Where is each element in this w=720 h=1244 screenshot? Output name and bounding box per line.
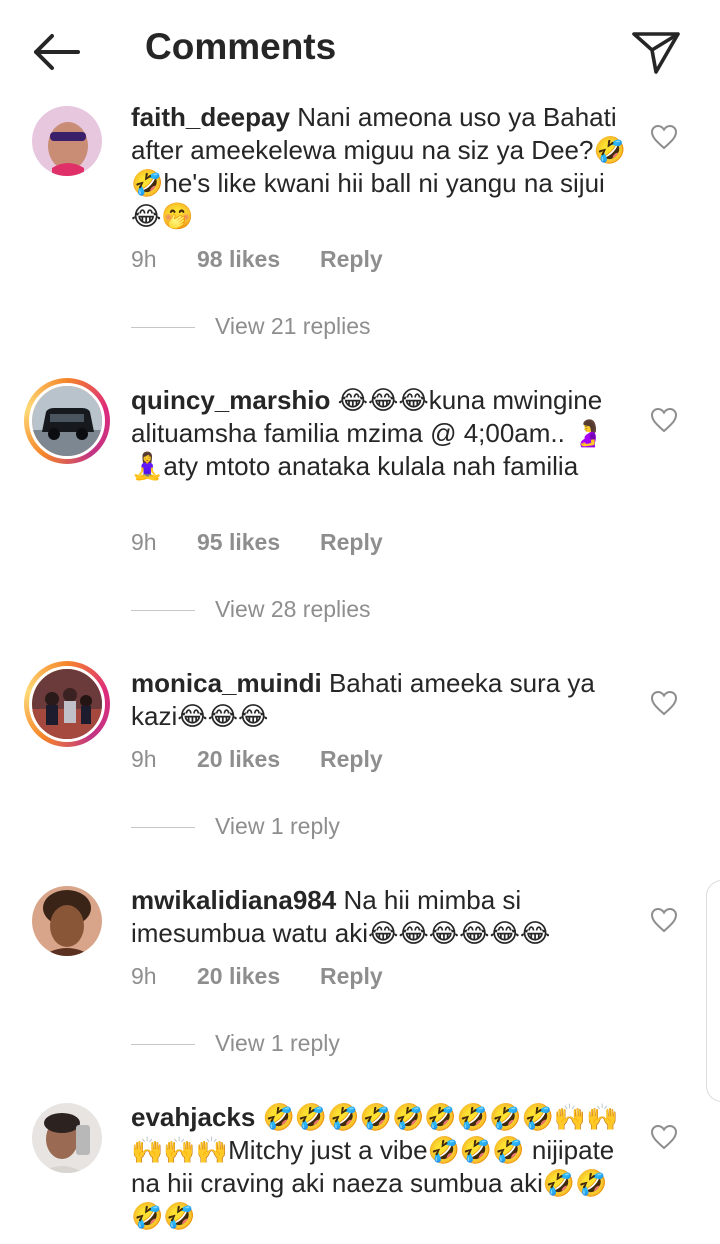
comment-username[interactable]: quincy_marshio (131, 385, 330, 415)
view-replies-label: View 21 replies (215, 313, 371, 339)
like-button[interactable] (650, 690, 678, 716)
comment-username[interactable]: evahjacks (131, 1102, 255, 1132)
comment-text: evahjacks 🤣🤣🤣🤣🤣🤣🤣🤣🤣🙌🙌🙌🙌🙌Mitchy just a vi… (131, 1101, 631, 1233)
divider-line (131, 1044, 195, 1045)
send-icon (632, 32, 680, 74)
comment-likes[interactable]: 20 likes (197, 963, 280, 990)
reply-button[interactable]: Reply (320, 246, 383, 273)
reply-button[interactable]: Reply (320, 746, 383, 773)
divider-line (131, 327, 195, 328)
profile-photo (32, 106, 102, 176)
like-button[interactable] (650, 1124, 678, 1150)
comment-text: monica_muindi Bahati ameeka sura ya kazi… (131, 667, 631, 733)
comment-time: 9h (131, 529, 157, 555)
avatar[interactable] (24, 98, 110, 184)
floating-panel-edge[interactable] (706, 880, 720, 1102)
page-title: Comments (145, 26, 337, 67)
profile-photo (32, 669, 102, 739)
heart-icon (650, 407, 678, 433)
view-replies-label: View 1 reply (215, 1030, 340, 1056)
view-replies-label: View 1 reply (215, 813, 340, 839)
comment-likes[interactable]: 20 likes (197, 746, 280, 773)
heart-icon (650, 1124, 678, 1150)
like-button[interactable] (650, 124, 678, 150)
profile-photo (32, 386, 102, 456)
arrow-left-icon (34, 34, 80, 70)
like-button[interactable] (650, 407, 678, 433)
profile-photo (32, 886, 102, 956)
comment-likes[interactable]: 98 likes (197, 246, 280, 273)
comment-text: faith_deepay Nani ameona uso ya Bahati a… (131, 101, 631, 233)
heart-icon (650, 907, 678, 933)
avatar[interactable] (24, 661, 110, 747)
avatar[interactable] (24, 378, 110, 464)
comment-time: 9h (131, 746, 157, 772)
share-button[interactable] (628, 26, 684, 78)
comment-time: 9h (131, 246, 157, 272)
profile-photo (32, 1103, 102, 1173)
comment-username[interactable]: mwikalidiana984 (131, 885, 336, 915)
comment-likes[interactable]: 95 likes (197, 529, 280, 556)
back-button[interactable] (26, 28, 84, 76)
like-button[interactable] (650, 907, 678, 933)
heart-icon (650, 690, 678, 716)
avatar[interactable] (24, 878, 110, 964)
heart-icon (650, 124, 678, 150)
comment-text: mwikalidiana984 Na hii mimba si imesumbu… (131, 884, 631, 950)
top-bar: Comments (0, 0, 720, 100)
divider-line (131, 827, 195, 828)
comment-username[interactable]: faith_deepay (131, 102, 290, 132)
view-replies-label: View 28 replies (215, 596, 371, 622)
reply-button[interactable]: Reply (320, 963, 383, 990)
reply-button[interactable]: Reply (320, 529, 383, 556)
comment-username[interactable]: monica_muindi (131, 668, 322, 698)
avatar[interactable] (24, 1095, 110, 1181)
comment-text: quincy_marshio 😂😂😂kuna mwingine alituams… (131, 384, 631, 483)
comment-time: 9h (131, 963, 157, 989)
divider-line (131, 610, 195, 611)
